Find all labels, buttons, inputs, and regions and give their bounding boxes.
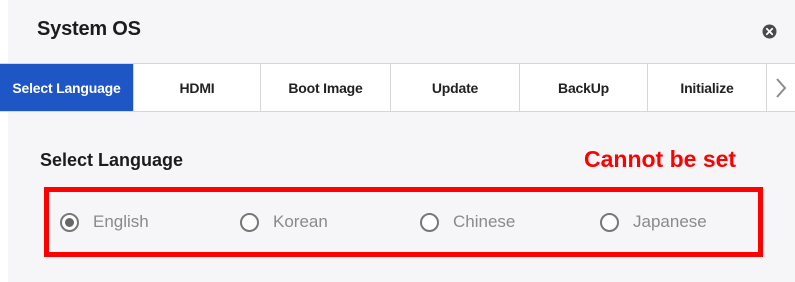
dialog-title-bar: System OS [8, 0, 795, 62]
tabs-next-button[interactable] [767, 64, 795, 111]
radio-option-korean[interactable]: Korean [240, 205, 328, 239]
tab-update[interactable]: Update [391, 64, 520, 111]
close-button[interactable] [761, 23, 778, 40]
cannot-be-set-annotation: Cannot be set [584, 146, 737, 172]
dialog-title: System OS [37, 18, 141, 40]
system-os-dialog: System OS Select Language HDMI Boot Imag… [0, 0, 795, 282]
section-title: Select Language [40, 150, 184, 170]
radio-unchecked-icon[interactable] [240, 212, 259, 232]
radio-unchecked-icon[interactable] [600, 212, 619, 232]
tab-initialize[interactable]: Initialize [648, 64, 767, 111]
close-circle-icon [762, 24, 777, 39]
radio-checked-icon[interactable] [60, 212, 79, 232]
radio-option-japanese[interactable]: Japanese [600, 205, 707, 239]
radio-label: English [93, 212, 149, 231]
tab-bar: Select Language HDMI Boot Image Update B… [0, 63, 795, 112]
radio-label: Chinese [453, 212, 516, 231]
tab-hdmi[interactable]: HDMI [134, 64, 261, 111]
radio-label: Japanese [633, 212, 707, 231]
radio-label: Korean [273, 212, 328, 231]
radio-option-chinese[interactable]: Chinese [420, 205, 515, 239]
chevron-right-icon [776, 77, 787, 98]
radio-unchecked-icon[interactable] [420, 212, 439, 232]
tab-boot-image[interactable]: Boot Image [261, 64, 391, 111]
tab-select-language[interactable]: Select Language [0, 64, 134, 111]
tab-backup[interactable]: BackUp [520, 64, 648, 111]
radio-option-english[interactable]: English [60, 205, 149, 239]
